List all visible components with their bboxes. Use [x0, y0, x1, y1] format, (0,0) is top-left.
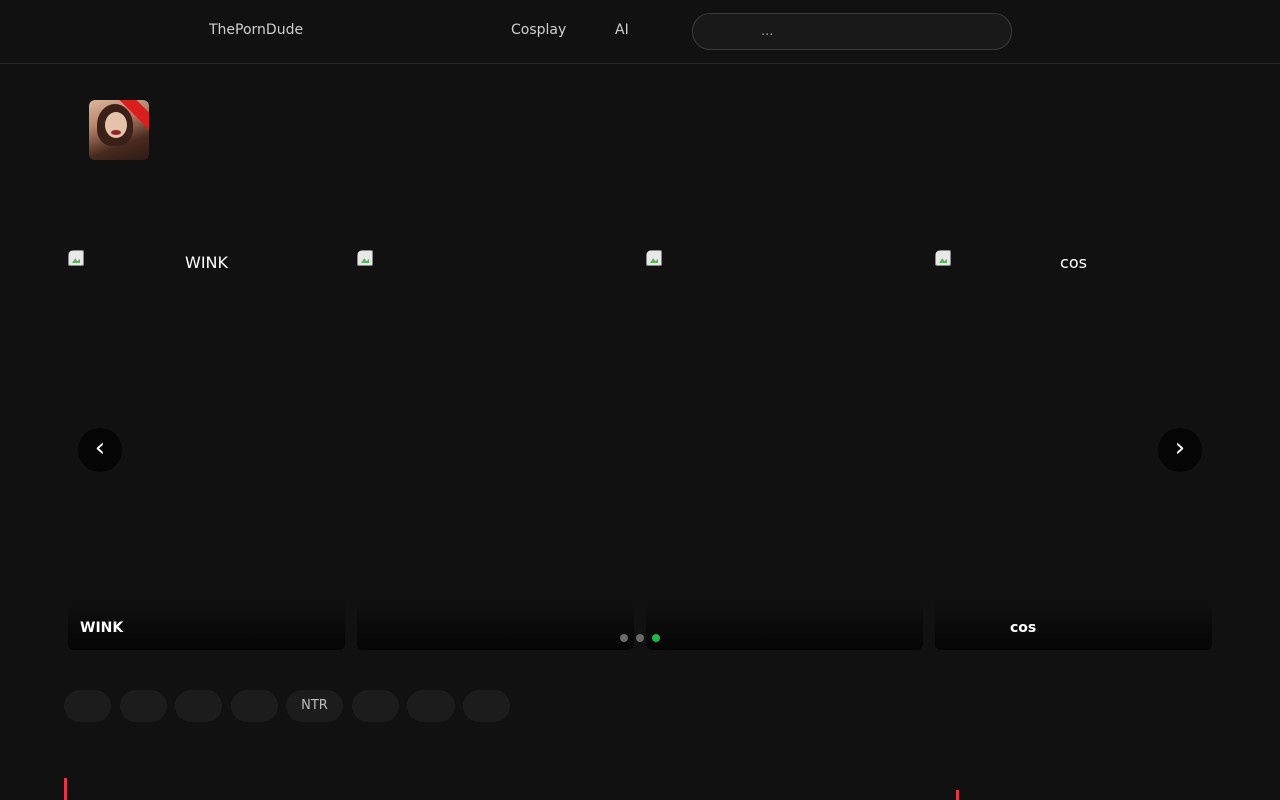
broken-image-icon: [646, 250, 662, 266]
avatar-mouth: [111, 130, 121, 135]
tag-chip[interactable]: [231, 690, 278, 722]
tag-chip[interactable]: [120, 690, 167, 722]
tag-chip-ntr[interactable]: NTR: [286, 690, 343, 722]
slide-caption: [357, 598, 634, 650]
carousel-pagination: [620, 634, 660, 642]
slide-caption: cos: [935, 598, 1212, 650]
carousel-prev-button[interactable]: ‹: [78, 428, 122, 472]
section-accent-bar: [956, 790, 959, 800]
tag-chip[interactable]: [463, 690, 510, 722]
carousel-slide[interactable]: [357, 250, 634, 650]
carousel-next-button[interactable]: ›: [1158, 428, 1202, 472]
tag-chip[interactable]: [64, 690, 111, 722]
carousel-slide[interactable]: [646, 250, 923, 650]
tag-chip[interactable]: [407, 690, 455, 722]
search-box: [692, 13, 1012, 50]
avatar[interactable]: [89, 100, 149, 160]
search-input[interactable]: [693, 14, 1011, 49]
top-bar: ThePornDude Cosplay AI: [0, 0, 1280, 64]
nav-link-ai[interactable]: AI: [615, 22, 629, 38]
pagination-dot-active[interactable]: [652, 634, 660, 642]
broken-image-icon: [357, 250, 373, 266]
slide-image-alt: cos: [1060, 253, 1087, 272]
tag-chip[interactable]: [352, 690, 399, 722]
pagination-dot[interactable]: [636, 634, 644, 642]
section-accent-bar: [64, 778, 67, 800]
brand-link[interactable]: ThePornDude: [209, 22, 303, 38]
slide-caption-text: cos: [1010, 620, 1037, 636]
slide-caption-text: WINK: [80, 620, 124, 636]
nav-link-cosplay[interactable]: Cosplay: [511, 22, 566, 38]
slide-image-alt: WINK: [185, 253, 228, 272]
slide-caption: [646, 598, 923, 650]
pagination-dot[interactable]: [620, 634, 628, 642]
carousel: WINK WINK cos cos ‹ ›: [68, 250, 1212, 650]
slide-caption: WINK: [68, 598, 345, 650]
tag-chip[interactable]: [175, 690, 222, 722]
